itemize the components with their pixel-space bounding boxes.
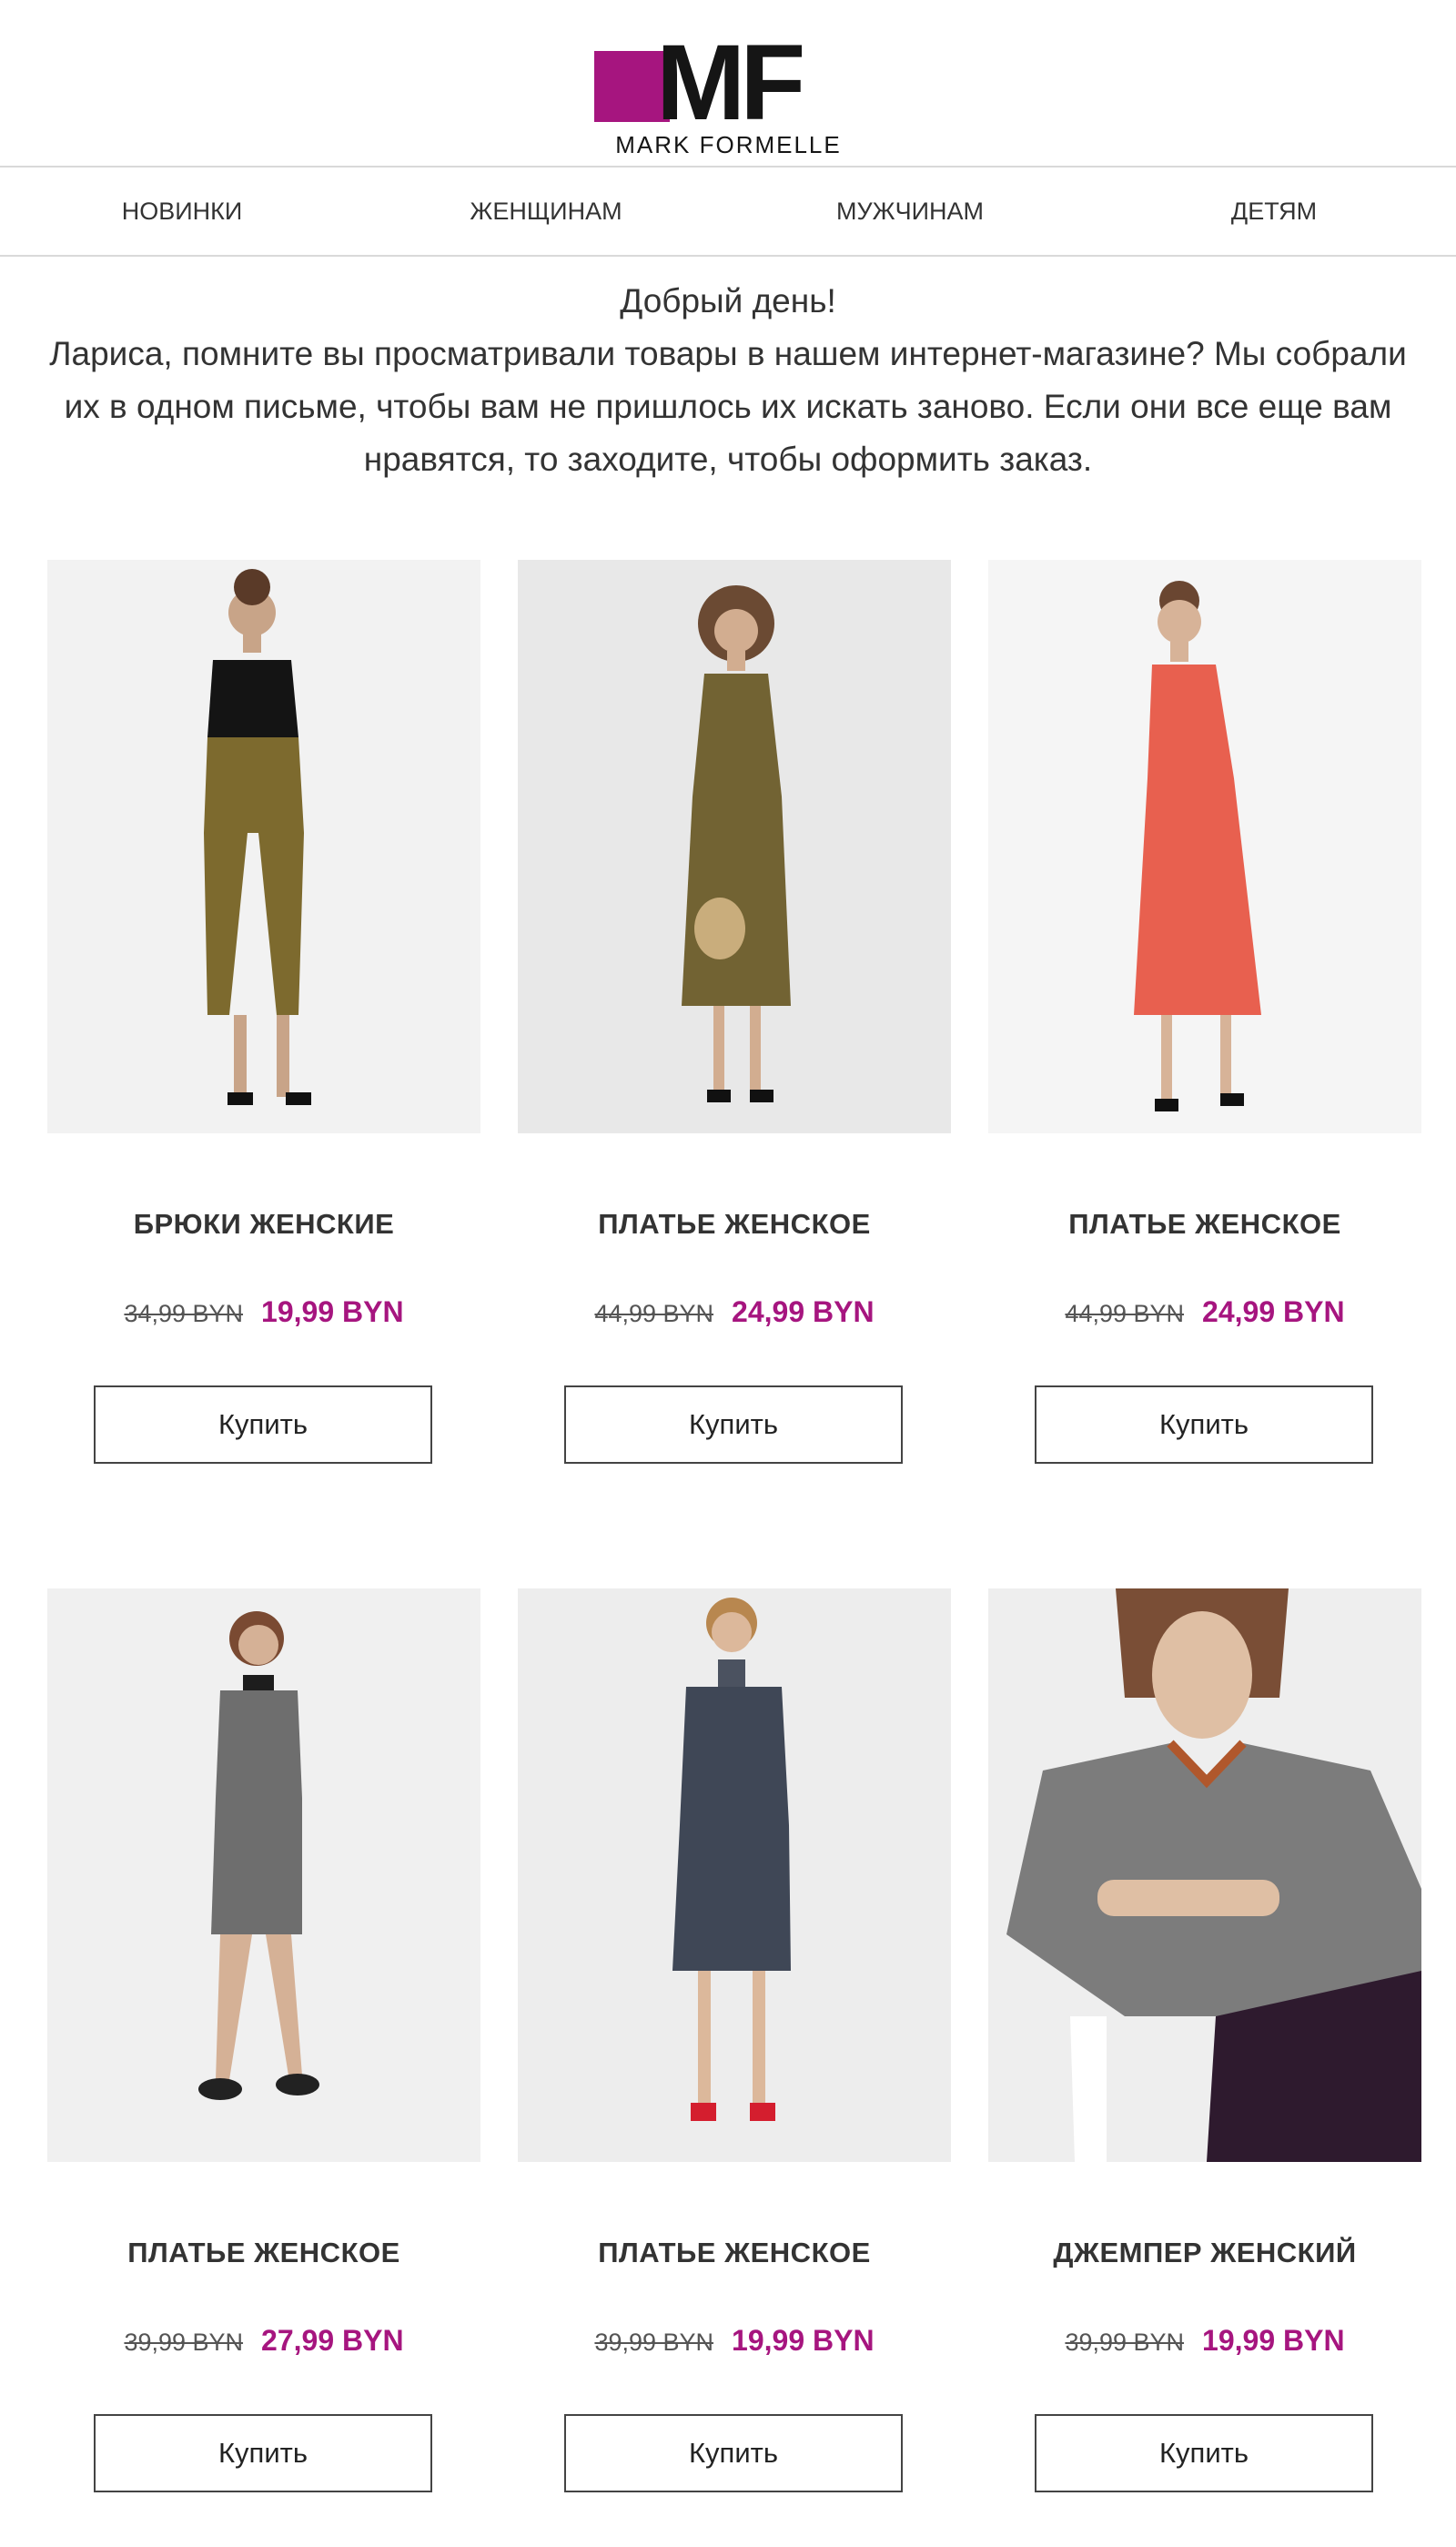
greeting: Добрый день!: [620, 282, 836, 320]
product-photo[interactable]: [47, 1588, 480, 2162]
buy-button[interactable]: Купить: [94, 1385, 432, 1464]
old-price: 44,99 BYN: [594, 1300, 714, 1327]
product-image-grey-dress: [47, 1588, 480, 2162]
product-prices: 44,99 BYN 24,99 BYN: [518, 1295, 951, 1329]
product-title[interactable]: ПЛАТЬЕ ЖЕНСКОЕ: [47, 2237, 480, 2269]
product-photo[interactable]: [988, 1588, 1421, 2162]
product-image-grey-jumper: [988, 1588, 1421, 2162]
product-image-trousers: [47, 560, 480, 1133]
old-price: 44,99 BYN: [1065, 1300, 1185, 1327]
new-price: 19,99 BYN: [1202, 2324, 1345, 2357]
product-prices: 39,99 BYN 19,99 BYN: [518, 2324, 951, 2358]
logo-name: MARK FORMELLE: [615, 131, 842, 158]
product-photo[interactable]: [518, 1588, 951, 2162]
nav-item-new[interactable]: НОВИНКИ: [0, 167, 364, 255]
product-title[interactable]: БРЮКИ ЖЕНСКИЕ: [47, 1208, 480, 1241]
new-price: 24,99 BYN: [1202, 1295, 1345, 1328]
new-price: 19,99 BYN: [261, 1295, 404, 1328]
product-prices: 34,99 BYN 19,99 BYN: [47, 1295, 480, 1329]
product-prices: 44,99 BYN 24,99 BYN: [988, 1295, 1421, 1329]
new-price: 19,99 BYN: [732, 2324, 875, 2357]
nav-item-men[interactable]: МУЖЧИНАМ: [728, 167, 1092, 255]
buy-button[interactable]: Купить: [1035, 1385, 1373, 1464]
product-photo[interactable]: [47, 560, 480, 1133]
brand-logo[interactable]: MF MARK FORMELLE: [594, 29, 863, 158]
product-photo[interactable]: [988, 560, 1421, 1133]
product-image-olive-dress: [518, 560, 951, 1133]
old-price: 39,99 BYN: [594, 2329, 714, 2356]
main-nav: НОВИНКИ ЖЕНЩИНАМ МУЖЧИНАМ ДЕТЯМ: [0, 166, 1456, 257]
old-price: 34,99 BYN: [124, 1300, 244, 1327]
product-image-coral-dress: [988, 560, 1421, 1133]
buy-button[interactable]: Купить: [564, 2414, 903, 2492]
product-image-navy-dress: [518, 1588, 951, 2162]
buy-button[interactable]: Купить: [94, 2414, 432, 2492]
product-photo[interactable]: [518, 560, 951, 1133]
old-price: 39,99 BYN: [124, 2329, 244, 2356]
new-price: 24,99 BYN: [732, 1295, 875, 1328]
new-price: 27,99 BYN: [261, 2324, 404, 2357]
logo-letters: MF: [656, 23, 805, 143]
product-title[interactable]: ПЛАТЬЕ ЖЕНСКОЕ: [518, 2237, 951, 2269]
email-header: MF MARK FORMELLE: [0, 0, 1456, 166]
nav-item-women[interactable]: ЖЕНЩИНАМ: [364, 167, 728, 255]
old-price: 39,99 BYN: [1065, 2329, 1185, 2356]
buy-button[interactable]: Купить: [564, 1385, 903, 1464]
buy-button[interactable]: Купить: [1035, 2414, 1373, 2492]
product-title[interactable]: ДЖЕМПЕР ЖЕНСКИЙ: [988, 2237, 1421, 2269]
intro-text: Добрый день! Лариса, помните вы просматр…: [27, 275, 1429, 486]
nav-item-kids[interactable]: ДЕТЯМ: [1092, 167, 1456, 255]
product-title[interactable]: ПЛАТЬЕ ЖЕНСКОЕ: [518, 1208, 951, 1241]
intro-message: Лариса, помните вы просматривали товары …: [49, 335, 1407, 478]
product-prices: 39,99 BYN 19,99 BYN: [988, 2324, 1421, 2358]
product-title[interactable]: ПЛАТЬЕ ЖЕНСКОЕ: [988, 1208, 1421, 1241]
product-prices: 39,99 BYN 27,99 BYN: [47, 2324, 480, 2358]
